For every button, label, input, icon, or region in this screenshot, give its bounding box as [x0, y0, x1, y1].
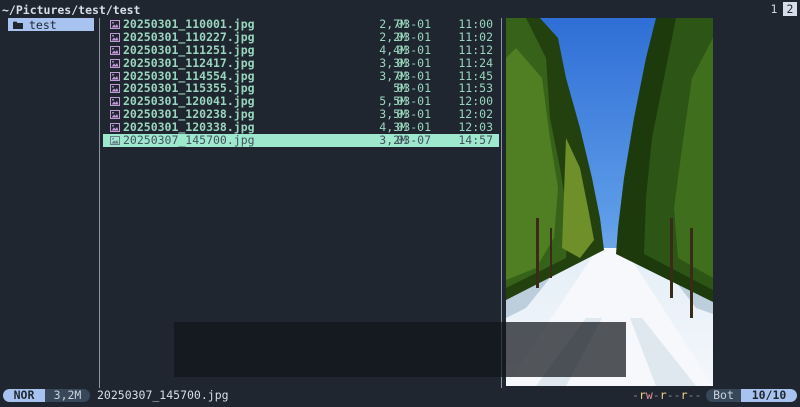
image-icon: [110, 32, 120, 42]
file-name: 20250301_112417.jpg: [123, 55, 255, 70]
parent-dir-label: test: [29, 17, 57, 32]
file-row[interactable]: 20250301_110227.jpg 2,2M 03-01 11:02: [103, 29, 499, 44]
file-size: 3,2M: [45, 389, 90, 402]
file-count: 10/10: [741, 389, 797, 402]
image-icon: [110, 97, 120, 107]
file-permissions: -rw-r--r--: [632, 388, 702, 402]
tab-1[interactable]: 1: [767, 2, 781, 16]
file-time: 14:57: [458, 133, 493, 148]
file-row[interactable]: 20250301_110001.jpg 2,7M 03-01 11:00: [103, 18, 499, 31]
image-icon: [110, 136, 120, 146]
scroll-position: Bot: [706, 389, 741, 402]
image-icon: [110, 84, 120, 94]
file-row[interactable]: 20250301_111251.jpg 4,4M 03-01 11:12: [103, 42, 499, 57]
parent-pane: test: [0, 18, 99, 388]
image-icon: [110, 20, 120, 29]
file-date: 03-01: [396, 29, 431, 44]
file-date: 03-07: [396, 133, 431, 148]
file-date: 03-01: [396, 42, 431, 57]
header-bar: ~/Pictures/test/test 1 2: [0, 0, 800, 18]
file-row[interactable]: 20250307_145700.jpg 3,2M 03-07 14:57: [103, 134, 499, 147]
file-date: 03-01: [396, 55, 431, 70]
pane-divider-left: [99, 18, 100, 388]
folder-icon: [13, 21, 23, 29]
image-icon: [110, 58, 120, 68]
image-icon: [110, 123, 120, 133]
file-list: 20250301_110001.jpg 2,7M 03-01 11:00 2025030…: [103, 18, 499, 147]
parent-dir-item[interactable]: test: [8, 17, 94, 32]
image-icon: [110, 110, 120, 120]
image-icon: [110, 71, 120, 81]
file-row[interactable]: 20250301_112417.jpg 3,3M 03-01 11:24: [103, 55, 499, 70]
tab-2[interactable]: 2: [783, 2, 797, 16]
status-bar: NOR 3,2M 20250307_145700.jpg -rw-r--r-- …: [0, 388, 800, 407]
file-time: 11:24: [458, 55, 493, 70]
status-filename: 20250307_145700.jpg: [97, 388, 229, 402]
file-name: 20250301_110227.jpg: [123, 29, 255, 44]
file-time: 11:02: [458, 29, 493, 44]
image-icon: [110, 45, 120, 55]
mode-indicator: NOR: [3, 389, 45, 402]
file-name: 20250301_111251.jpg: [123, 42, 255, 57]
tab-bar: 1 2: [767, 2, 797, 16]
dim-overlay: [174, 322, 626, 377]
file-time: 11:12: [458, 42, 493, 57]
current-path: ~/Pictures/test/test: [2, 3, 141, 17]
file-name: 20250307_145700.jpg: [123, 133, 255, 148]
